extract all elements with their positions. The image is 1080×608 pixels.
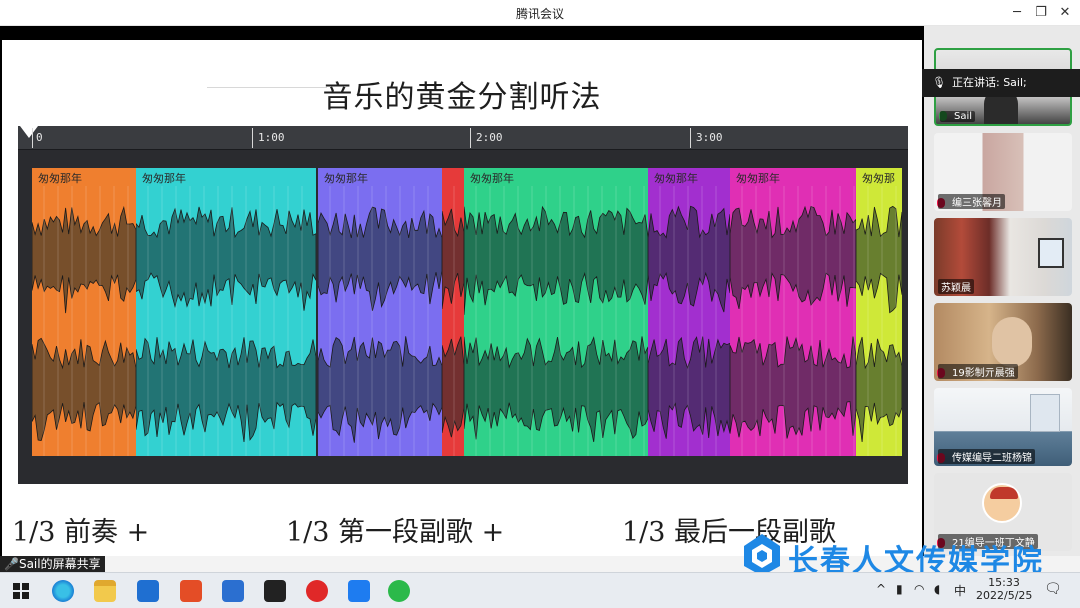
audio-clip-name: 匆匆那年 <box>470 172 514 185</box>
volume-icon[interactable]: ◖ <box>934 582 940 596</box>
participant-tile[interactable]: 19影制亓晨强 <box>934 303 1072 381</box>
caption-intro: 1/3 前奏 + <box>12 517 150 548</box>
microphone-icon[interactable]: ▮ <box>896 582 903 596</box>
audio-clip[interactable]: 匆匆那 <box>856 168 902 456</box>
slide-title: 音乐的黄金分割听法 <box>322 80 602 115</box>
audio-clip-name: 匆匆那年 <box>736 172 780 185</box>
notification-icon[interactable]: 🗨 <box>1044 581 1062 597</box>
minimize-icon[interactable]: ─ <box>1004 3 1030 23</box>
time-label-3: 3:00 <box>696 131 723 144</box>
wechat-icon[interactable] <box>388 580 410 602</box>
file-explorer-icon[interactable] <box>94 580 116 602</box>
avatar <box>992 317 1032 367</box>
windows-start-icon[interactable] <box>10 580 32 602</box>
waveform <box>318 186 442 456</box>
speaking-indicator: 🎙 正在讲话: Sail; <box>922 69 1080 97</box>
window-title: 腾讯会议 <box>515 7 564 21</box>
audio-clip-name: 匆匆那 <box>862 172 895 185</box>
audio-clip[interactable]: 匆匆那年 <box>648 168 730 456</box>
timeline-bottom-bar <box>18 458 908 484</box>
office-icon[interactable] <box>180 580 202 602</box>
time-label-0: 0 <box>36 131 43 144</box>
audio-clip[interactable]: 匆匆那年 <box>136 168 316 456</box>
audio-clip-name: 匆匆那年 <box>654 172 698 185</box>
time-label-1: 1:00 <box>258 131 285 144</box>
participant-tile[interactable]: 编三张馨月 <box>934 133 1072 211</box>
close-icon[interactable]: ✕ <box>1052 3 1078 23</box>
audio-clip[interactable]: 匆匆那年 <box>32 168 136 456</box>
tencent-meeting-icon[interactable] <box>348 580 370 602</box>
window-image <box>1030 394 1060 432</box>
monitor-image <box>1038 238 1064 268</box>
edge-icon[interactable] <box>52 580 74 602</box>
audio-clip[interactable]: 匆匆那年 <box>464 168 648 456</box>
system-clock[interactable]: 15:33 2022/5/25 <box>976 576 1032 602</box>
wifi-icon[interactable]: ◠ <box>914 582 924 596</box>
mail-icon[interactable] <box>137 580 159 602</box>
ime-indicator[interactable]: 中 <box>954 582 966 599</box>
waveform <box>136 186 316 456</box>
timeline-ruler: 0 1:00 2:00 3:00 <box>18 126 908 150</box>
tray-overflow-icon[interactable]: ^ <box>876 582 886 596</box>
screen-share-label: 🎤Sail的屏幕共享 <box>0 556 105 572</box>
audio-clip[interactable]: 匆匆那年 <box>730 168 856 456</box>
audio-editor-timeline: 0 1:00 2:00 3:00 匆匆那年 匆匆那年 匆匆那年 匆匆那年 匆匆那年 匆匆那… <box>18 126 908 484</box>
presentation-slide: 音乐的黄金分割听法 0 1:00 2:00 3:00 匆匆那年 匆匆那年 匆匆那年 匆… <box>2 40 922 556</box>
shared-screen: 音乐的黄金分割听法 0 1:00 2:00 3:00 匆匆那年 匆匆那年 匆匆那年 匆… <box>0 26 924 556</box>
waveform <box>648 186 730 456</box>
speaker-icon: 🎙 <box>932 76 946 89</box>
netease-music-icon[interactable] <box>306 580 328 602</box>
waveform <box>856 186 902 456</box>
audio-clip[interactable] <box>442 168 464 456</box>
store-icon[interactable] <box>222 580 244 602</box>
audio-clip-name: 匆匆那年 <box>324 172 368 185</box>
waveform <box>442 186 464 456</box>
audio-clip-name: 匆匆那年 <box>142 172 186 185</box>
audio-clip-name: 匆匆那年 <box>38 172 82 185</box>
avatar <box>982 483 1022 523</box>
waveform <box>32 186 136 456</box>
waveform <box>730 186 856 456</box>
windows-taskbar: ^ ▮ ◠ ◖ 中 15:33 2022/5/25 🗨 <box>0 572 1080 608</box>
window-titlebar: 腾讯会议 ─ ❐ ✕ <box>0 0 1080 26</box>
mic-icon: 🎤 <box>4 557 19 571</box>
audio-clip[interactable]: 匆匆那年 <box>318 168 442 456</box>
media-player-icon[interactable] <box>264 580 286 602</box>
participant-tile[interactable]: 传媒编导二班杨锦 <box>934 388 1072 466</box>
participant-tile[interactable]: 苏颖晨 <box>934 218 1072 296</box>
time-label-2: 2:00 <box>476 131 503 144</box>
maximize-icon[interactable]: ❐ <box>1028 3 1054 23</box>
caption-first-chorus: 1/3 第一段副歌 + <box>286 517 505 548</box>
waveform <box>464 186 648 456</box>
